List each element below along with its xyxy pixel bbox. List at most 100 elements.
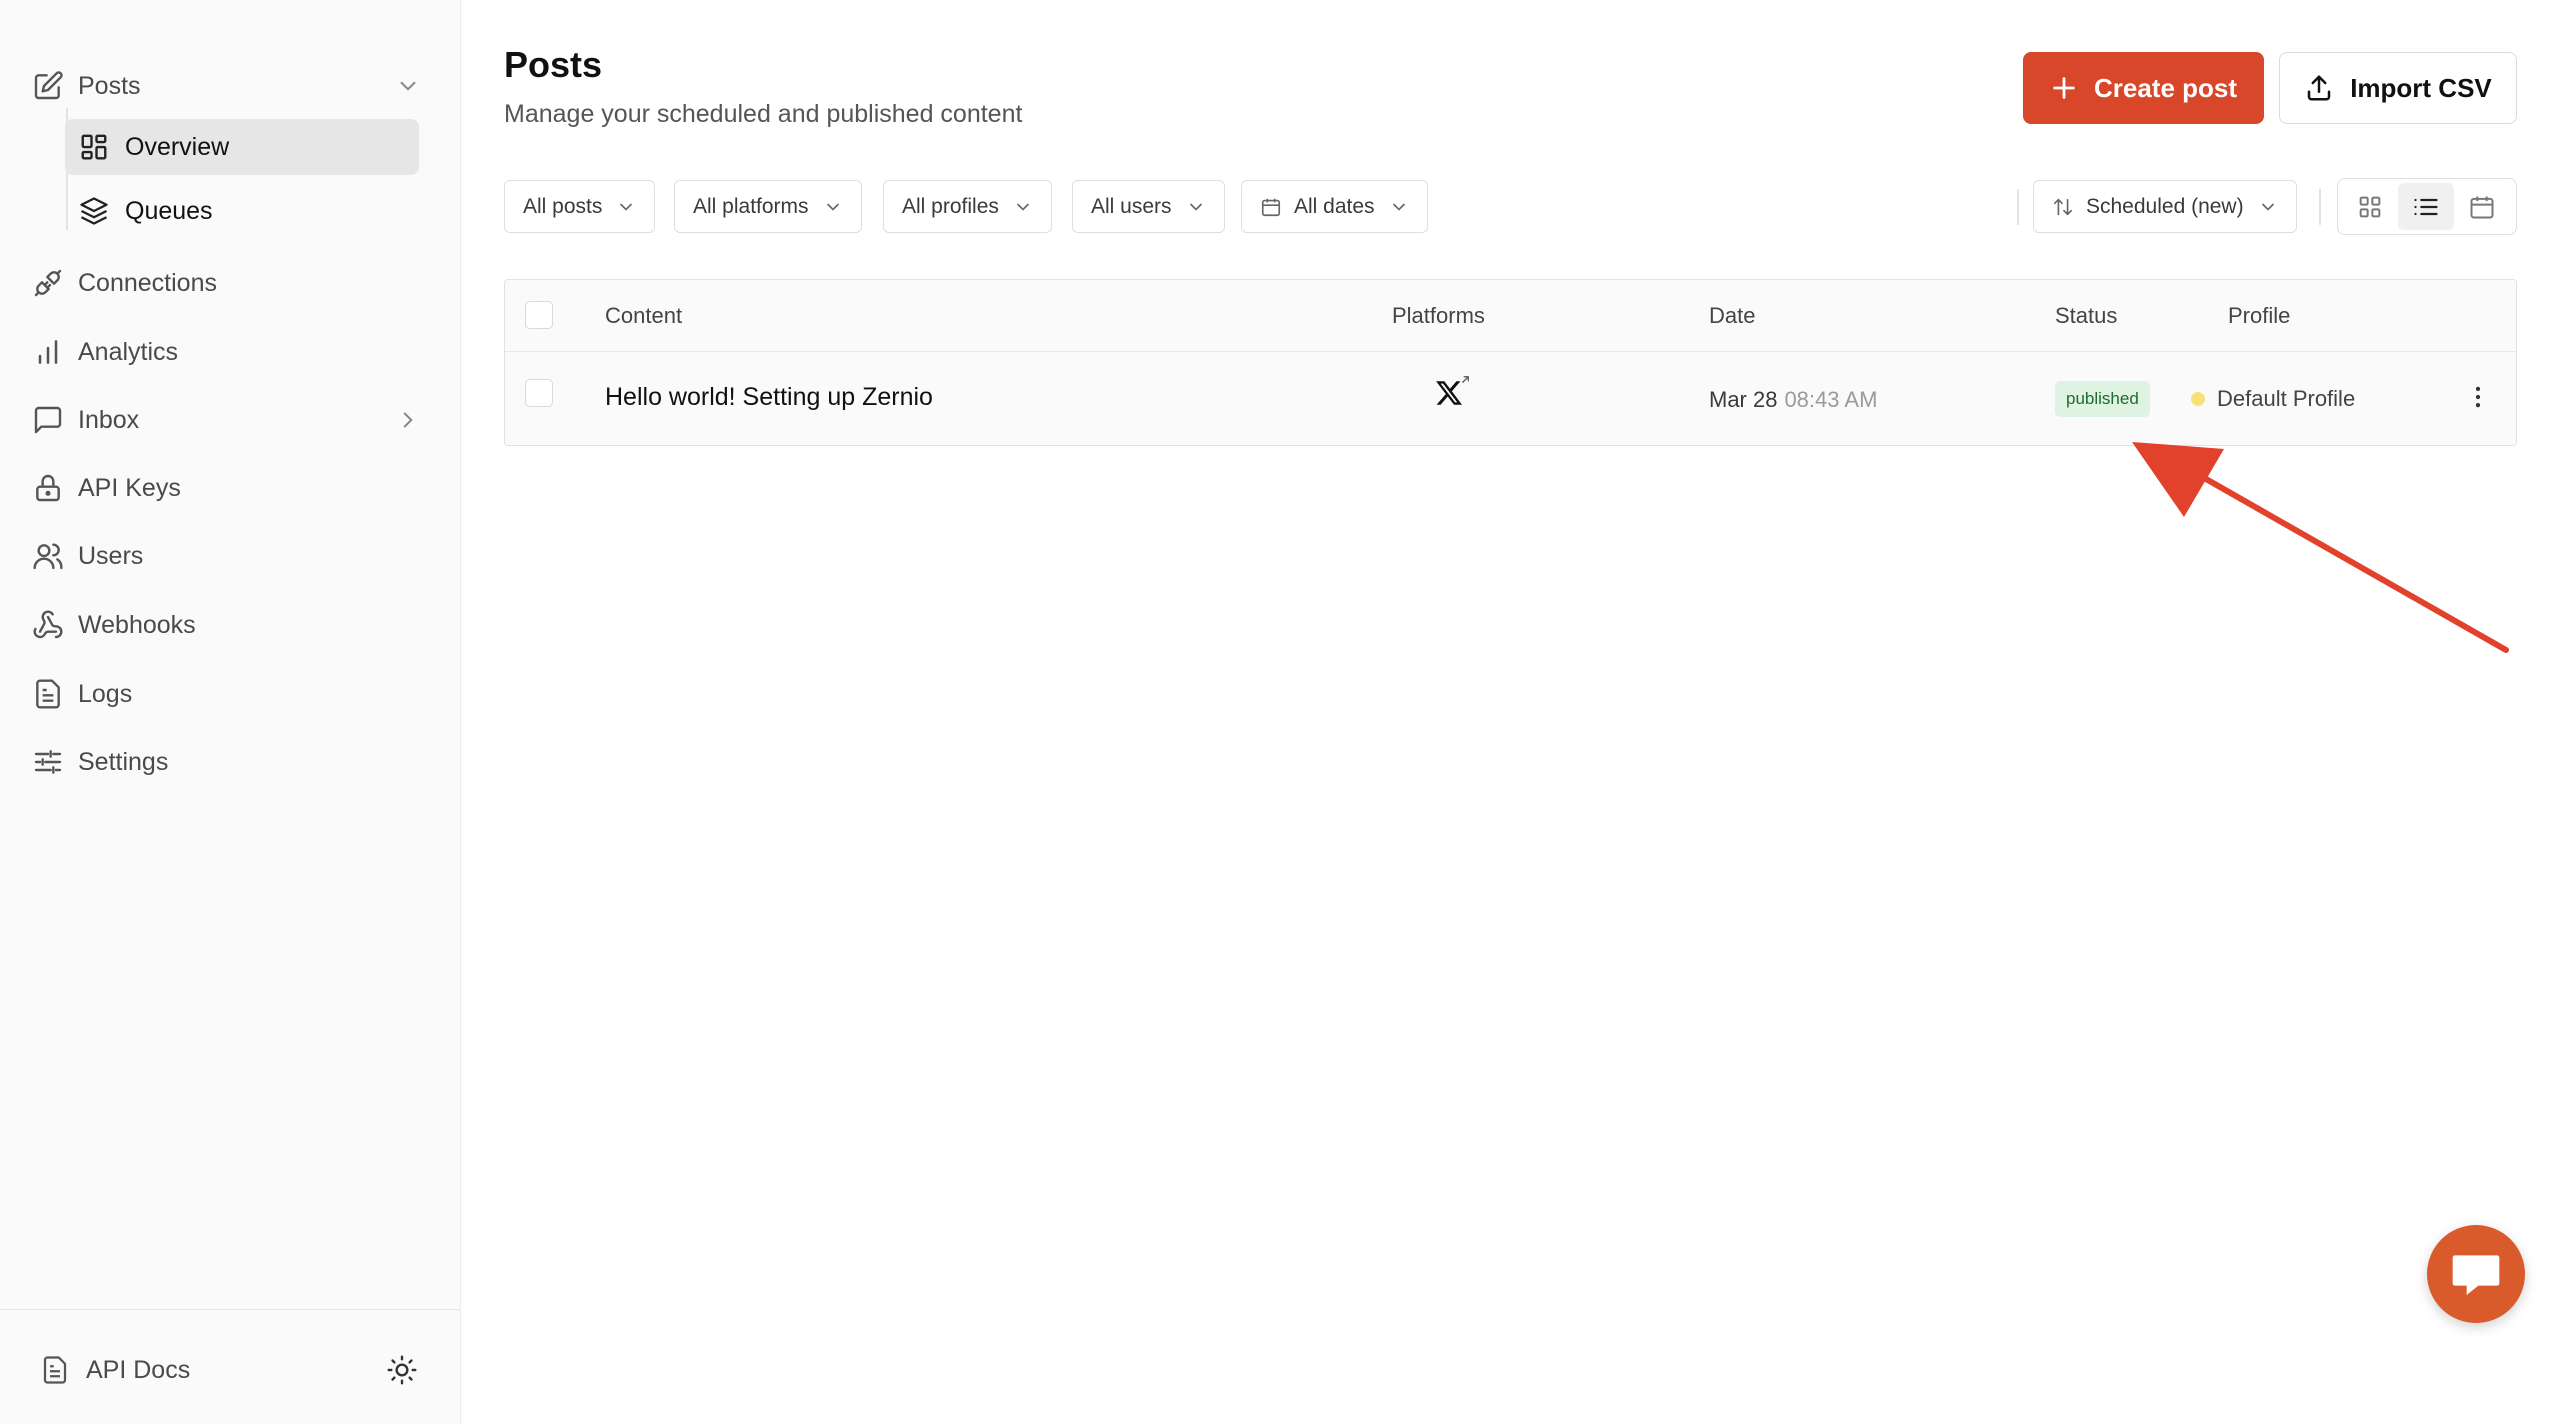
chevron-down-icon [2261,203,2274,211]
calendar-icon [2470,196,2494,218]
column-header-profile: Profile [2228,303,2291,328]
row-checkbox[interactable] [525,379,553,407]
column-header-status: Status [2055,303,2118,328]
plus-icon [2053,77,2075,99]
status-badge: published [2055,381,2150,417]
sidebar-item-label: Posts [78,71,141,100]
post-date: Mar 28 08:43 AM [1709,385,1877,414]
chevron-down-icon [826,203,839,211]
sidebar-item-settings[interactable]: Settings [32,737,429,787]
page-subtitle: Manage your scheduled and published cont… [504,100,1023,128]
list-view-button[interactable] [2398,183,2454,230]
sidebar-footer: API Docs [0,1309,460,1424]
filter-users[interactable]: All users [1072,180,1225,233]
import-csv-button[interactable]: Import CSV [2279,52,2517,124]
filter-dates[interactable]: All dates [1241,180,1428,233]
profile-name: Default Profile [2217,386,2356,411]
create-post-label: Create post [2093,72,2238,103]
sort-arrows-icon [2053,198,2073,215]
profile-dot [2191,392,2205,406]
chevron-down-icon [1392,203,1405,211]
chevron-down-icon [1189,203,1202,211]
toolbar-divider [2017,189,2019,225]
filter-profiles[interactable]: All profiles [883,180,1052,233]
sidebar-item-api-keys[interactable]: API Keys [32,463,429,513]
plug-icon [34,269,62,297]
sidebar-item-label: Overview [125,132,230,161]
sidebar-item-overview[interactable]: Overview [65,119,419,175]
sliders-icon [34,750,62,774]
sidebar-item-label: Queues [125,196,213,225]
sidebar-item-label: Logs [78,679,133,708]
sidebar-item-label: API Keys [78,473,181,502]
file-text-icon [36,679,60,709]
external-link-icon [1462,376,1469,383]
page-title: Posts [504,44,603,85]
post-profile: Default Profile [2191,386,2355,412]
grid-view-button[interactable] [2342,183,2398,230]
sidebar-item-label: Connections [78,268,217,297]
api-docs-link[interactable]: API Docs [40,1350,190,1390]
sidebar-item-posts[interactable]: Posts [32,61,429,111]
layers-icon [80,197,108,225]
lock-icon [36,474,60,502]
filter-platforms[interactable]: All platforms [674,180,862,233]
api-docs-label: API Docs [86,1355,191,1384]
sidebar-item-label: Inbox [78,405,140,434]
filter-label: All profiles [902,194,999,218]
x-logo-icon [1436,381,1462,405]
main-content: Posts Manage your scheduled and publishe… [462,0,2559,1424]
sidebar-item-label: Analytics [78,337,179,366]
chat-bubble-icon [2452,1255,2500,1295]
sidebar-item-label: Webhooks [78,610,196,639]
chevron-down-icon [620,203,633,211]
sidebar-item-analytics[interactable]: Analytics [32,327,429,377]
dashboard-grid-icon [81,134,107,160]
users-icon [33,543,63,570]
filter-label: All dates [1294,194,1375,218]
filter-label: All posts [523,194,603,218]
create-post-button[interactable]: Create post [2023,52,2264,124]
post-date-time: 08:43 AM [1784,387,1878,412]
grid-icon [2359,196,2381,217]
sidebar-item-users[interactable]: Users [32,531,429,581]
sidebar-item-label: Settings [78,747,169,776]
toolbar-divider [2319,189,2321,225]
filter-posts[interactable]: All posts [504,180,656,233]
sort-select[interactable]: Scheduled (new) [2033,180,2297,233]
edit-square-icon [34,71,63,100]
view-mode-toggle [2337,178,2517,235]
sidebar-item-queues[interactable]: Queues [65,183,419,239]
table-header: Content Platforms Date Status Profile [505,280,2516,352]
message-square-icon [34,406,62,434]
post-content[interactable]: Hello world! Setting up Zernio [605,383,933,412]
calendar-icon [1261,198,1281,216]
bar-chart-icon [38,340,58,364]
column-header-content: Content [605,303,683,328]
sun-icon[interactable] [386,1354,418,1386]
select-all-checkbox[interactable] [525,301,553,329]
column-header-platforms: Platforms [1392,303,1485,328]
upload-icon [2307,75,2331,101]
document-icon [43,1356,67,1384]
sidebar: Posts Overview Queues Connections Analyt… [0,0,461,1424]
webhook-icon [33,610,63,639]
sidebar-item-inbox[interactable]: Inbox [32,395,429,445]
table-row[interactable]: Hello world! Setting up Zernio Mar 28 08… [505,352,2516,445]
sidebar-item-logs[interactable]: Logs [32,669,429,719]
sidebar-item-connections[interactable]: Connections [32,258,429,308]
calendar-view-button[interactable] [2454,183,2510,230]
import-csv-label: Import CSV [2350,72,2492,103]
post-date-day: Mar 28 [1709,387,1778,412]
chat-support-button[interactable] [2427,1225,2525,1323]
column-header-date: Date [1709,303,1756,328]
filter-label: All users [1091,194,1172,218]
list-icon [2414,198,2438,215]
filter-label: All platforms [693,194,809,218]
sidebar-item-webhooks[interactable]: Webhooks [32,600,429,650]
sort-label: Scheduled (new) [2086,194,2244,218]
sidebar-item-label: Users [78,541,144,570]
chevron-down-icon[interactable] [395,73,421,99]
chevron-right-icon[interactable] [395,407,421,433]
more-options-icon[interactable] [2463,382,2493,412]
